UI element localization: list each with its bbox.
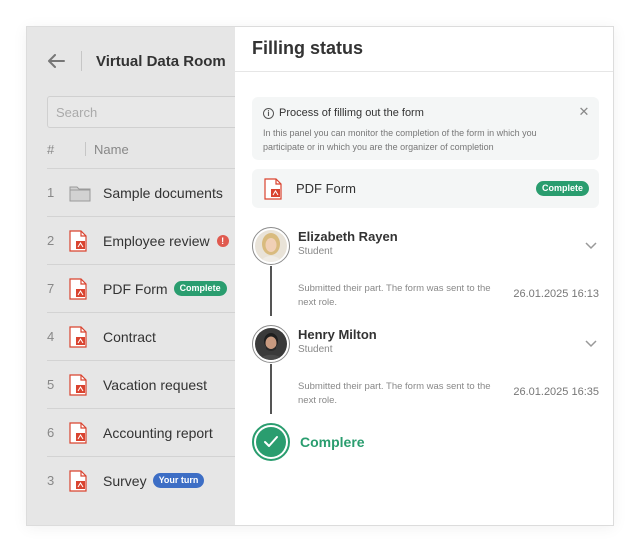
info-title: Process of fillimg out the form [279, 107, 424, 119]
column-name-header[interactable]: Name [94, 142, 129, 157]
file-row-contract[interactable]: 4 Contract [47, 312, 247, 360]
file-name: Vacation request [103, 376, 208, 393]
form-name: PDF Form [296, 181, 356, 196]
file-name: Accounting report [103, 424, 213, 441]
row-number: 7 [47, 281, 55, 296]
pdf-icon [69, 325, 103, 348]
user-role: Student [298, 344, 333, 355]
file-row-vacation-request[interactable]: 5 Vacation request [47, 360, 247, 408]
completion-label: Complere [300, 434, 365, 450]
row-number: 3 [47, 473, 55, 488]
close-icon[interactable]: ✕ [577, 105, 591, 119]
user-name: Henry Milton [298, 327, 377, 342]
title-divider [235, 71, 613, 72]
file-row-employee-review[interactable]: 2 Employee review ! [47, 216, 247, 264]
room-title: Virtual Data Room [96, 52, 226, 70]
row-number: 4 [47, 329, 55, 344]
form-row[interactable]: PDF Form Complete [252, 169, 599, 208]
info-text: In this panel you can monitor the comple… [263, 128, 537, 152]
timeline-connector [270, 266, 272, 316]
pdf-icon [69, 469, 103, 492]
user-role: Student [298, 246, 333, 257]
file-row-survey[interactable]: 3 Survey Your turn [47, 456, 247, 504]
search-input[interactable]: Search [47, 96, 247, 128]
filling-status-panel: Filling status i Process of fillimg out … [235, 27, 613, 525]
timeline-connector [270, 364, 272, 414]
pdf-icon [69, 229, 103, 252]
user-name: Elizabeth Rayen [298, 229, 398, 244]
pdf-icon [264, 178, 282, 205]
column-number-header: # [47, 141, 55, 157]
info-icon: i [263, 107, 274, 119]
file-row-accounting-report[interactable]: 6 Accounting report [47, 408, 247, 456]
step-message: Submitted their part. The form was sent … [298, 283, 491, 308]
avatar-photo [255, 328, 287, 360]
room-file-list: Virtual Data Room Search # Name 1 Sample… [27, 27, 247, 525]
warning-icon: ! [216, 234, 229, 247]
timeline-step: Elizabeth Rayen Student Submitted their … [252, 227, 599, 322]
column-divider [85, 142, 86, 156]
pdf-icon [69, 277, 103, 300]
file-row-pdf-form[interactable]: 7 PDF Form Complete [47, 264, 247, 312]
folder-icon [69, 184, 103, 202]
step-message: Submitted their part. The form was sent … [298, 381, 491, 406]
file-name: Sample documents [103, 184, 223, 201]
panel-title: Filling status [252, 38, 364, 58]
arrow-left-icon[interactable] [45, 50, 67, 72]
pdf-icon [69, 421, 103, 444]
search-placeholder: Search [56, 105, 98, 120]
header-divider [81, 51, 82, 71]
row-number: 1 [47, 185, 55, 200]
status-badge: Complete [173, 281, 227, 296]
chevron-down-icon[interactable] [583, 237, 599, 253]
step-timestamp: 26.01.2025 16:35 [513, 386, 599, 398]
avatar-photo [255, 230, 287, 262]
column-header: # Name [47, 141, 129, 157]
status-badge: Your turn [152, 473, 205, 488]
row-number: 5 [47, 377, 55, 392]
avatar [252, 325, 290, 363]
row-number: 6 [47, 425, 55, 440]
file-name: Contract [103, 328, 156, 345]
file-name: Employee review [103, 232, 210, 249]
avatar [252, 227, 290, 265]
file-name: Survey [103, 472, 147, 489]
info-banner: i Process of fillimg out the form In thi… [252, 97, 599, 160]
chevron-down-icon[interactable] [583, 335, 599, 351]
file-name: PDF Form [103, 280, 168, 297]
check-circle-icon [252, 423, 290, 461]
row-number: 2 [47, 233, 55, 248]
app-frame: Virtual Data Room Search # Name 1 Sample… [26, 26, 614, 526]
info-title-line: i Process of fillimg out the form [263, 107, 424, 119]
check-icon [256, 427, 286, 457]
file-row-sample-documents[interactable]: 1 Sample documents [47, 168, 247, 216]
room-header: Virtual Data Room [45, 49, 226, 73]
pdf-icon [69, 373, 103, 396]
completion-step: Complere [252, 423, 365, 461]
step-timestamp: 26.01.2025 16:13 [513, 288, 599, 300]
timeline-step: Henry Milton Student Submitted their par… [252, 325, 599, 420]
status-badge: Complete [535, 181, 589, 196]
